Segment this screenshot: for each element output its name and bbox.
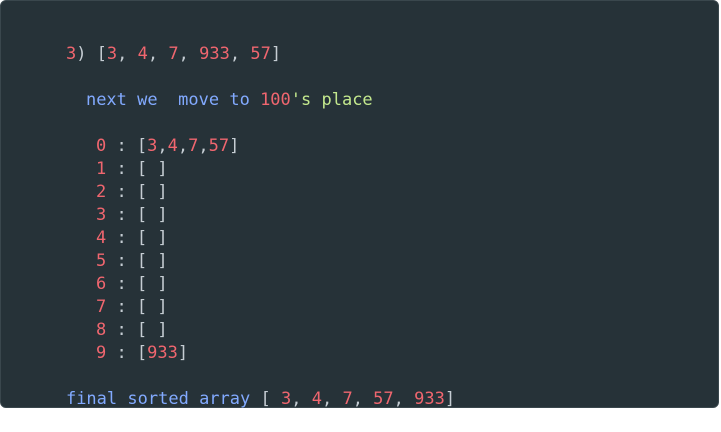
array-value: 7 <box>168 44 179 64</box>
final-word: final <box>65 389 118 409</box>
array-value: 57 <box>250 44 271 64</box>
final-value: 4 <box>311 389 322 409</box>
instruction-word: move <box>178 90 220 110</box>
place-number: 100 <box>260 90 291 110</box>
bucket-item: 57 <box>208 136 230 156</box>
instruction-word: we <box>137 90 158 110</box>
final-word: array <box>199 389 251 409</box>
bucket-item: 7 <box>188 136 199 156</box>
bucket-row: 6 : [ ] <box>95 274 168 294</box>
final-value: 57 <box>373 389 394 409</box>
instruction-line: next we move to 100's place <box>45 67 373 110</box>
instruction-word: next <box>85 90 127 110</box>
bucket-row: 8 : [ ] <box>95 320 168 340</box>
final-value: 3 <box>280 389 292 409</box>
bucket-row: 7 : [ ] <box>95 297 168 317</box>
final-value: 933 <box>414 389 445 409</box>
array-value: 4 <box>137 44 148 64</box>
step-number: 3 <box>65 44 77 64</box>
final-word: sorted <box>127 389 189 409</box>
place-suffix: 's place <box>290 90 373 110</box>
bucket-item: 4 <box>167 136 178 156</box>
array-value: 933 <box>199 44 230 64</box>
bucket-item: 933 <box>147 343 178 363</box>
bucket-row: 4 : [ ] <box>95 228 168 248</box>
code-block: 3) [3, 4, 7, 933, 57] next we move to 10… <box>0 0 719 409</box>
final-line: final sorted array [ 3, 4, 7, 57, 933] <box>65 389 456 409</box>
array-value: 3 <box>106 44 118 64</box>
bucket-index: 9 <box>95 343 107 363</box>
bucket-row: 0 : [3,4,7,57] <box>95 136 240 156</box>
bucket-row: 2 : [ ] <box>95 182 168 202</box>
instruction-word: to <box>229 90 250 110</box>
bucket-row: 3 : [ ] <box>95 205 168 225</box>
bucket-row: 1 : [ ] <box>95 159 168 179</box>
step-header-line: 3) [3, 4, 7, 933, 57] <box>65 44 282 64</box>
bucket-row: 9 : [933] <box>95 343 189 363</box>
final-value: 7 <box>342 389 353 409</box>
bucket-row: 5 : [ ] <box>95 251 168 271</box>
